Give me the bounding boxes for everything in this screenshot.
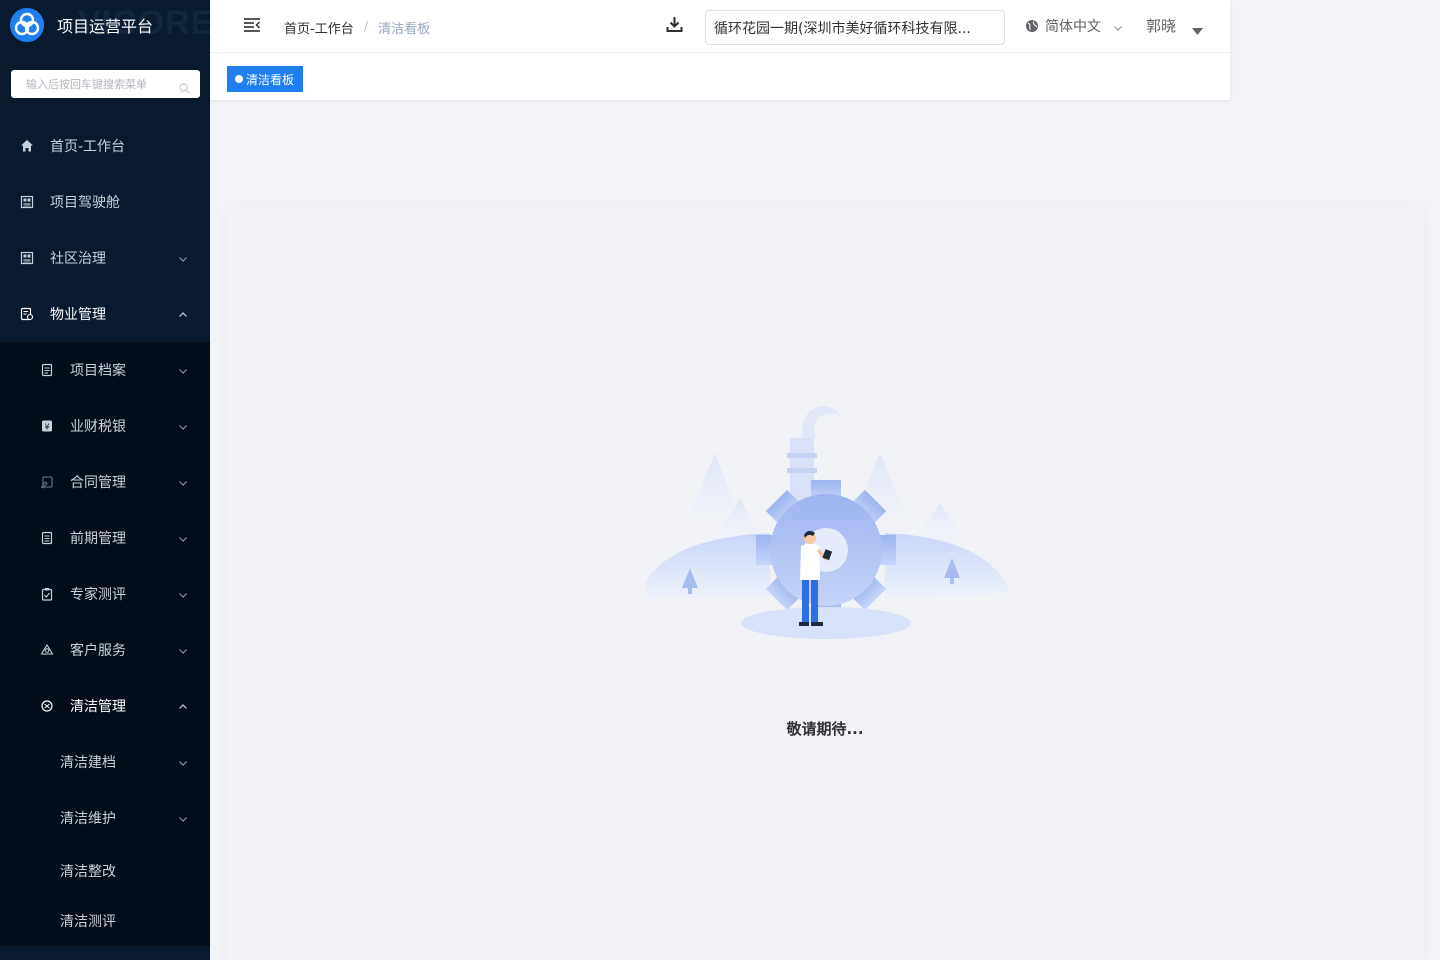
sidebar-item-contract[interactable]: 合同管理	[0, 454, 210, 510]
service-icon	[39, 642, 55, 658]
file-icon	[39, 362, 55, 378]
project-select-value: 循环花园一期(深圳市美好循环科技有限...	[714, 20, 971, 37]
download-icon[interactable]	[666, 16, 683, 33]
coming-soon-illustration	[645, 406, 1010, 639]
chevron-down-icon	[178, 364, 188, 374]
sidebar-item-label: 前期管理	[70, 531, 126, 547]
menu-search-input[interactable]	[26, 77, 179, 91]
doc-icon	[39, 530, 55, 546]
caret-down-icon	[1192, 22, 1204, 35]
chevron-down-icon	[178, 420, 188, 430]
app-logo[interactable]: VICORE 项目运营平台	[0, 0, 210, 50]
sidebar-item-early-stage[interactable]: 前期管理	[0, 510, 210, 566]
project-select[interactable]: 循环花园一期(深圳市美好循环科技有限...	[705, 10, 1005, 45]
sidebar-item-label: 清洁整改	[60, 864, 116, 880]
user-menu[interactable]: 郭晓	[1146, 15, 1204, 36]
svg-text:¥: ¥	[44, 423, 49, 432]
sidebar-item-community[interactable]: 社区治理	[0, 230, 210, 286]
sidebar-item-label: 物业管理	[50, 307, 106, 323]
logo-icon	[10, 8, 44, 42]
sidebar-item-label: 清洁测评	[60, 914, 116, 930]
contract-icon	[39, 474, 55, 490]
sidebar-toggle-icon[interactable]	[243, 17, 261, 33]
tag-label: 清洁看板	[246, 72, 295, 87]
chevron-up-icon	[178, 700, 188, 710]
property-submenu: 项目档案 ¥ 业财税银 合同管理 前期管理 专家测评 客户服务 清洁管理 清洁建…	[0, 342, 210, 946]
sidebar-item-cleaning-rectification[interactable]: 清洁整改	[0, 846, 210, 896]
clipboard-icon	[39, 586, 55, 602]
sidebar-item-cleaning-maintenance[interactable]: 清洁维护	[0, 790, 210, 846]
chevron-up-icon	[178, 308, 188, 318]
sidebar-item-customer-service[interactable]: 客户服务	[0, 622, 210, 678]
breadcrumb-home[interactable]: 首页-工作台	[284, 18, 354, 37]
app-title: 项目运营平台	[57, 17, 154, 36]
tag-dot	[235, 75, 243, 83]
chevron-down-icon	[178, 812, 188, 822]
tags-view: 清洁看板	[210, 52, 1230, 100]
home-icon	[19, 138, 35, 154]
coming-soon-text: 敬请期待...	[786, 720, 864, 738]
sidebar-menu: 首页-工作台 项目驾驶舱 社区治理 物业管理 项目档案 ¥ 业财税银 合同管理 …	[0, 118, 210, 946]
sidebar-item-label: 客户服务	[70, 643, 126, 659]
finance-icon: ¥	[39, 418, 55, 434]
sidebar-item-label: 合同管理	[70, 475, 126, 491]
tag-active[interactable]: 清洁看板	[227, 66, 304, 92]
user-name: 郭晓	[1146, 17, 1177, 35]
sidebar-item-finance[interactable]: ¥ 业财税银	[0, 398, 210, 454]
top-header: 首页-工作台 / 清洁看板 循环花园一期(深圳市美好循环科技有限... 简体中文…	[210, 0, 1230, 100]
sidebar-item-label: 清洁建档	[60, 755, 116, 771]
chevron-down-icon	[178, 644, 188, 654]
breadcrumb-separator: /	[363, 20, 369, 35]
breadcrumb-current: 清洁看板	[378, 22, 431, 37]
sidebar-item-label: 清洁管理	[70, 699, 126, 715]
sidebar-item-home[interactable]: 首页-工作台	[0, 118, 210, 174]
sidebar-item-cleaning-archive[interactable]: 清洁建档	[0, 734, 210, 790]
sidebar-item-label: 项目档案	[70, 363, 126, 379]
sidebar-item-label: 社区治理	[50, 251, 106, 267]
chevron-down-icon	[178, 756, 188, 766]
chevron-down-icon	[178, 476, 188, 486]
chevron-down-icon	[178, 588, 188, 598]
sidebar-item-property[interactable]: 物业管理	[0, 286, 210, 342]
sidebar-item-project-archive[interactable]: 项目档案	[0, 342, 210, 398]
property-icon	[19, 306, 35, 322]
sidebar-item-cleaning[interactable]: 清洁管理	[0, 678, 210, 734]
grid-icon	[19, 250, 35, 266]
sidebar-item-label: 首页-工作台	[50, 139, 126, 155]
chevron-down-icon	[1113, 21, 1123, 31]
breadcrumb: 首页-工作台 / 清洁看板	[284, 18, 430, 37]
sidebar-item-label: 清洁维护	[60, 811, 116, 827]
sidebar-item-cleaning-evaluation[interactable]: 清洁测评	[0, 896, 210, 946]
sidebar-item-label: 专家测评	[70, 587, 126, 603]
chevron-down-icon	[178, 252, 188, 262]
menu-search[interactable]	[11, 70, 200, 98]
language-select[interactable]: 简体中文	[1025, 16, 1123, 36]
sidebar-item-label: 项目驾驶舱	[50, 195, 120, 211]
sidebar-item-cockpit[interactable]: 项目驾驶舱	[0, 174, 210, 230]
sidebar-item-expert-review[interactable]: 专家测评	[0, 566, 210, 622]
search-icon[interactable]	[179, 79, 190, 93]
sidebar-item-label: 业财税银	[70, 419, 126, 435]
grid-icon	[19, 194, 35, 210]
chevron-down-icon	[178, 532, 188, 542]
language-label: 简体中文	[1045, 19, 1101, 35]
clean-icon	[39, 698, 55, 714]
sidebar: VICORE 项目运营平台 首页-工作台 项目驾驶舱	[0, 0, 210, 960]
navbar: 首页-工作台 / 清洁看板 循环花园一期(深圳市美好循环科技有限... 简体中文…	[210, 0, 1230, 52]
globe-icon	[1025, 19, 1039, 33]
